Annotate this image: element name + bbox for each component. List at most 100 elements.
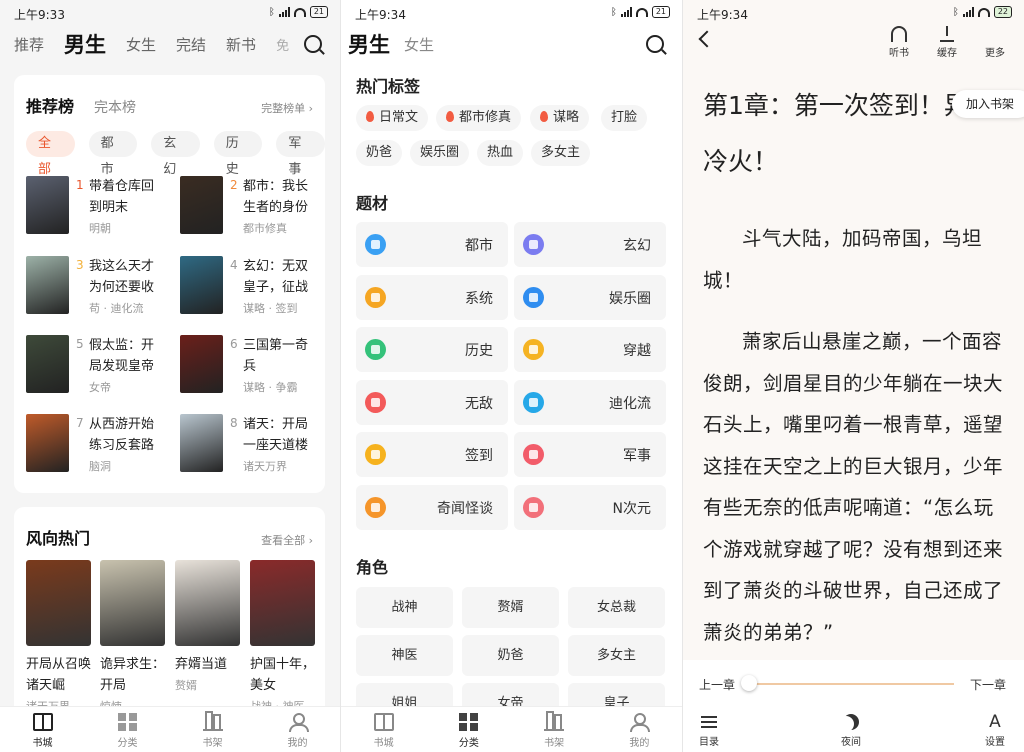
- rank-item-1[interactable]: 1 带着仓库回到明末 明朝: [26, 176, 176, 238]
- tab-male[interactable]: 男生: [348, 29, 390, 59]
- status-time: 上午9:34: [697, 8, 748, 22]
- book-cover: [180, 256, 223, 314]
- book-tags: 谋略 · 签到: [243, 302, 298, 315]
- status-bar: 上午9:33 ᛒ 21: [0, 0, 340, 26]
- book-tags: 赘婿: [175, 679, 197, 692]
- genre-item[interactable]: 奇闻怪谈: [356, 484, 508, 530]
- nav-category[interactable]: 分类: [426, 707, 511, 752]
- rank-item-8[interactable]: 8 诸天：开局一座天道楼 诸天万界: [180, 414, 330, 476]
- book-cover: [26, 335, 69, 393]
- chip-military[interactable]: 军事: [276, 131, 325, 177]
- nav-profile[interactable]: 我的: [255, 707, 340, 752]
- top-channel-tabs: 推荐 男生 女生 完结 新书 免: [14, 28, 326, 60]
- battery-icon: 22: [993, 6, 1012, 18]
- hot-tag[interactable]: 都市修真: [436, 105, 522, 131]
- view-all-link[interactable]: 查看全部 ›: [261, 532, 313, 548]
- genre-item[interactable]: 系统: [356, 274, 508, 320]
- more-icon: [993, 26, 997, 42]
- book-title: 假太监：开局发现皇帝: [89, 338, 155, 374]
- tab-female[interactable]: 女生: [126, 34, 156, 55]
- settings-button[interactable]: A 设置: [975, 714, 1015, 749]
- book-title: 我这么天才为何还要收: [89, 259, 155, 295]
- tab-female[interactable]: 女生: [404, 34, 434, 55]
- tab-new[interactable]: 新书: [226, 34, 256, 55]
- nav-bookstore[interactable]: 书城: [341, 707, 426, 752]
- book-tags: 明朝: [89, 222, 111, 235]
- rank-item-3[interactable]: 3 我这么天才为何还要收 苟 · 迪化流: [26, 256, 176, 318]
- paragraph: 萧家后山悬崖之巅，一个面容俊朗，剑眉星目的少年躺在一块大石头上，嘴里叼着一根青草…: [703, 330, 1004, 644]
- chip-all[interactable]: 全部: [26, 131, 75, 177]
- role-item[interactable]: 奶爸: [462, 635, 559, 676]
- chip-fantasy[interactable]: 玄幻: [151, 131, 200, 177]
- finished-ranking-tab[interactable]: 完本榜: [94, 97, 136, 117]
- hot-tag[interactable]: 打脸: [601, 105, 648, 131]
- prev-chapter-button[interactable]: 上一章: [699, 676, 735, 693]
- chip-city[interactable]: 都市: [88, 131, 138, 177]
- search-icon[interactable]: [646, 35, 664, 53]
- listen-button[interactable]: 听书: [884, 26, 914, 59]
- next-chapter-button[interactable]: 下一章: [970, 676, 1006, 693]
- nav-bookshelf[interactable]: 书架: [512, 707, 597, 752]
- tab-free[interactable]: 免: [276, 35, 289, 54]
- book-title: 带着仓库回到明末: [89, 179, 155, 215]
- rank-number: 1: [76, 178, 84, 192]
- genre-item[interactable]: 军事: [514, 432, 666, 477]
- nav-label: 分类: [117, 738, 138, 749]
- back-icon[interactable]: [698, 30, 716, 48]
- nav-bookstore[interactable]: 书城: [0, 707, 85, 752]
- role-item[interactable]: 神医: [356, 635, 453, 676]
- role-item[interactable]: 战神: [356, 587, 453, 628]
- nav-category[interactable]: 分类: [85, 707, 170, 752]
- genre-icon: [523, 234, 544, 255]
- category-screen: 上午9:34 ᛒ 21 男生 女生 热门标签 日常文 都市修真 谋略 打脸 奶爸…: [341, 0, 682, 752]
- hot-tag[interactable]: 娱乐圈: [410, 140, 470, 166]
- rank-item-5[interactable]: 5 假太监：开局发现皇帝 女帝: [26, 335, 176, 397]
- action-label: 听书: [889, 48, 909, 59]
- cache-button[interactable]: 缓存: [932, 26, 962, 59]
- genre-item[interactable]: 无敌: [356, 379, 508, 425]
- trend-book-2[interactable]: 诡异求生：开局 惊悚: [100, 560, 165, 714]
- genre-item[interactable]: 都市: [356, 222, 508, 267]
- tab-male[interactable]: 男生: [64, 29, 106, 59]
- genre-icon: [365, 391, 386, 413]
- role-item[interactable]: 多女主: [568, 635, 665, 676]
- rank-item-7[interactable]: 7 从西游开始练习反套路 脑洞: [26, 414, 176, 476]
- toc-button[interactable]: 目录: [689, 714, 729, 748]
- nav-profile[interactable]: 我的: [597, 707, 682, 752]
- progress-knob[interactable]: [741, 675, 757, 691]
- night-mode-button[interactable]: 夜间: [831, 714, 871, 748]
- rank-item-6[interactable]: 6 三国第一奇兵 谋略 · 争霸: [180, 335, 330, 397]
- genre-item[interactable]: 签到: [356, 432, 508, 477]
- hot-tag[interactable]: 谋略: [530, 105, 590, 131]
- grid-icon: [458, 713, 479, 731]
- trend-book-3[interactable]: 弃婿当道 赘婿: [175, 560, 240, 693]
- genre-item[interactable]: 娱乐圈: [514, 274, 666, 320]
- genre-item[interactable]: 迪化流: [514, 379, 666, 425]
- chip-history[interactable]: 历史: [213, 131, 263, 177]
- role-item[interactable]: 女总裁: [568, 587, 665, 628]
- nav-bookshelf[interactable]: 书架: [170, 707, 255, 752]
- full-ranking-link[interactable]: 完整榜单 ›: [261, 100, 313, 116]
- search-icon[interactable]: [304, 35, 322, 53]
- trend-book-4[interactable]: 护国十年，美女 战神 · 神医: [250, 560, 315, 714]
- add-to-shelf-button[interactable]: 加入书架: [951, 90, 1024, 118]
- hot-tag[interactable]: 日常文: [356, 105, 429, 131]
- rank-item-2[interactable]: 2 都市：我长生者的身份 都市修真: [180, 176, 330, 238]
- genre-item[interactable]: 玄幻: [514, 222, 666, 267]
- nav-label: 书架: [544, 738, 565, 749]
- more-button[interactable]: 更多: [980, 26, 1010, 59]
- trend-book-1[interactable]: 开局从召唤诸天崛 诸天万界: [26, 560, 91, 714]
- hot-tag[interactable]: 奶爸: [356, 140, 403, 166]
- genre-item[interactable]: 历史: [356, 327, 508, 372]
- role-item[interactable]: 赘婿: [462, 587, 559, 628]
- genre-item[interactable]: 穿越: [514, 327, 666, 372]
- tab-recommend[interactable]: 推荐: [14, 34, 44, 55]
- book-cover: [180, 335, 223, 393]
- ranking-title[interactable]: 推荐榜: [26, 93, 74, 117]
- hot-tag[interactable]: 多女主: [531, 140, 591, 166]
- progress-track[interactable]: [748, 683, 954, 685]
- hot-tag[interactable]: 热血: [477, 140, 524, 166]
- rank-item-4[interactable]: 4 玄幻：无双皇子，征战 谋略 · 签到: [180, 256, 330, 318]
- tab-finished[interactable]: 完结: [176, 34, 206, 55]
- genre-item[interactable]: N次元: [514, 484, 666, 530]
